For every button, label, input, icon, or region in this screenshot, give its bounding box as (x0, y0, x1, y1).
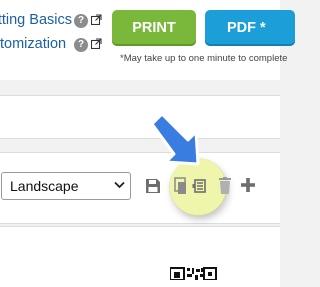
question-circle-icon[interactable]: ? (74, 38, 88, 52)
customization-link-text: tomization (0, 36, 67, 52)
trash-icon[interactable] (219, 177, 231, 194)
orientation-select[interactable]: Landscape (1, 172, 131, 200)
setting-basics-link-text: tting Basics (0, 12, 72, 28)
preview-panel (0, 226, 280, 287)
copy-icon[interactable] (173, 177, 187, 195)
pdf-button[interactable]: PDF * (205, 10, 295, 46)
qr-code-icon (170, 267, 217, 280)
settings-panel (0, 95, 280, 139)
orientation-select-value: Landscape (10, 178, 79, 194)
floppy-disk-icon[interactable] (145, 178, 161, 194)
chevron-down-icon (114, 181, 125, 189)
pointer-arrow-icon (150, 112, 200, 166)
settings-icon[interactable] (192, 178, 208, 194)
external-link-icon[interactable] (91, 14, 102, 25)
external-link-icon[interactable] (91, 38, 102, 49)
print-button[interactable]: PRINT (112, 10, 196, 46)
pdf-note: *May take up to one minute to complete (120, 53, 288, 64)
question-circle-icon[interactable]: ? (74, 14, 88, 28)
plus-icon[interactable] (240, 177, 256, 193)
customization-link[interactable]: tomization (0, 36, 66, 52)
